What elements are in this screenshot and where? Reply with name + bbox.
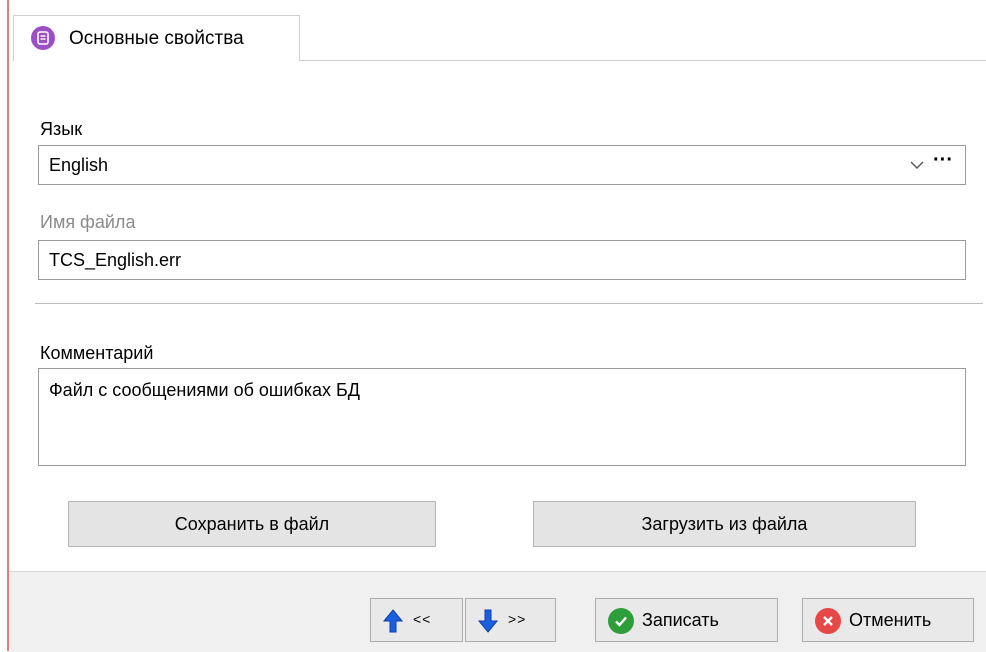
ellipsis-button[interactable]: ··· bbox=[933, 149, 953, 171]
chevron-down-icon[interactable] bbox=[909, 156, 925, 172]
filename-value: TCS_English.err bbox=[49, 250, 182, 270]
save-button[interactable]: Записать bbox=[595, 598, 778, 642]
save-to-file-button[interactable]: Сохранить в файл bbox=[68, 501, 436, 547]
next-label: >> bbox=[508, 611, 527, 627]
filename-field[interactable]: TCS_English.err bbox=[38, 240, 966, 280]
language-select[interactable]: English ··· bbox=[38, 145, 966, 185]
prev-label: << bbox=[413, 611, 432, 627]
load-from-file-button[interactable]: Загрузить из файла bbox=[533, 501, 916, 547]
next-record-button[interactable]: >> bbox=[465, 598, 556, 642]
tab-label: Основные свойства bbox=[69, 28, 244, 49]
language-label: Язык bbox=[40, 119, 83, 139]
save-label: Записать bbox=[642, 610, 719, 630]
close-icon bbox=[815, 608, 841, 634]
window-left-border bbox=[7, 0, 9, 651]
arrow-down-icon bbox=[477, 609, 499, 638]
filename-label: Имя файла bbox=[40, 212, 136, 232]
comment-textarea[interactable]: Файл с сообщениями об ошибках БД bbox=[38, 368, 966, 466]
cancel-label: Отменить bbox=[849, 610, 932, 630]
arrow-up-icon bbox=[382, 609, 404, 638]
prev-record-button[interactable]: << bbox=[370, 598, 463, 642]
comment-label: Комментарий bbox=[40, 343, 154, 363]
form-icon bbox=[31, 26, 55, 50]
check-icon bbox=[608, 608, 634, 634]
tab-strip-line bbox=[300, 60, 986, 61]
comment-value: Файл с сообщениями об ошибках БД bbox=[49, 380, 361, 400]
cancel-button[interactable]: Отменить bbox=[802, 598, 974, 642]
tab-main-properties[interactable]: Основные свойства bbox=[13, 15, 300, 61]
language-value: English bbox=[49, 155, 109, 175]
section-divider bbox=[35, 303, 983, 304]
